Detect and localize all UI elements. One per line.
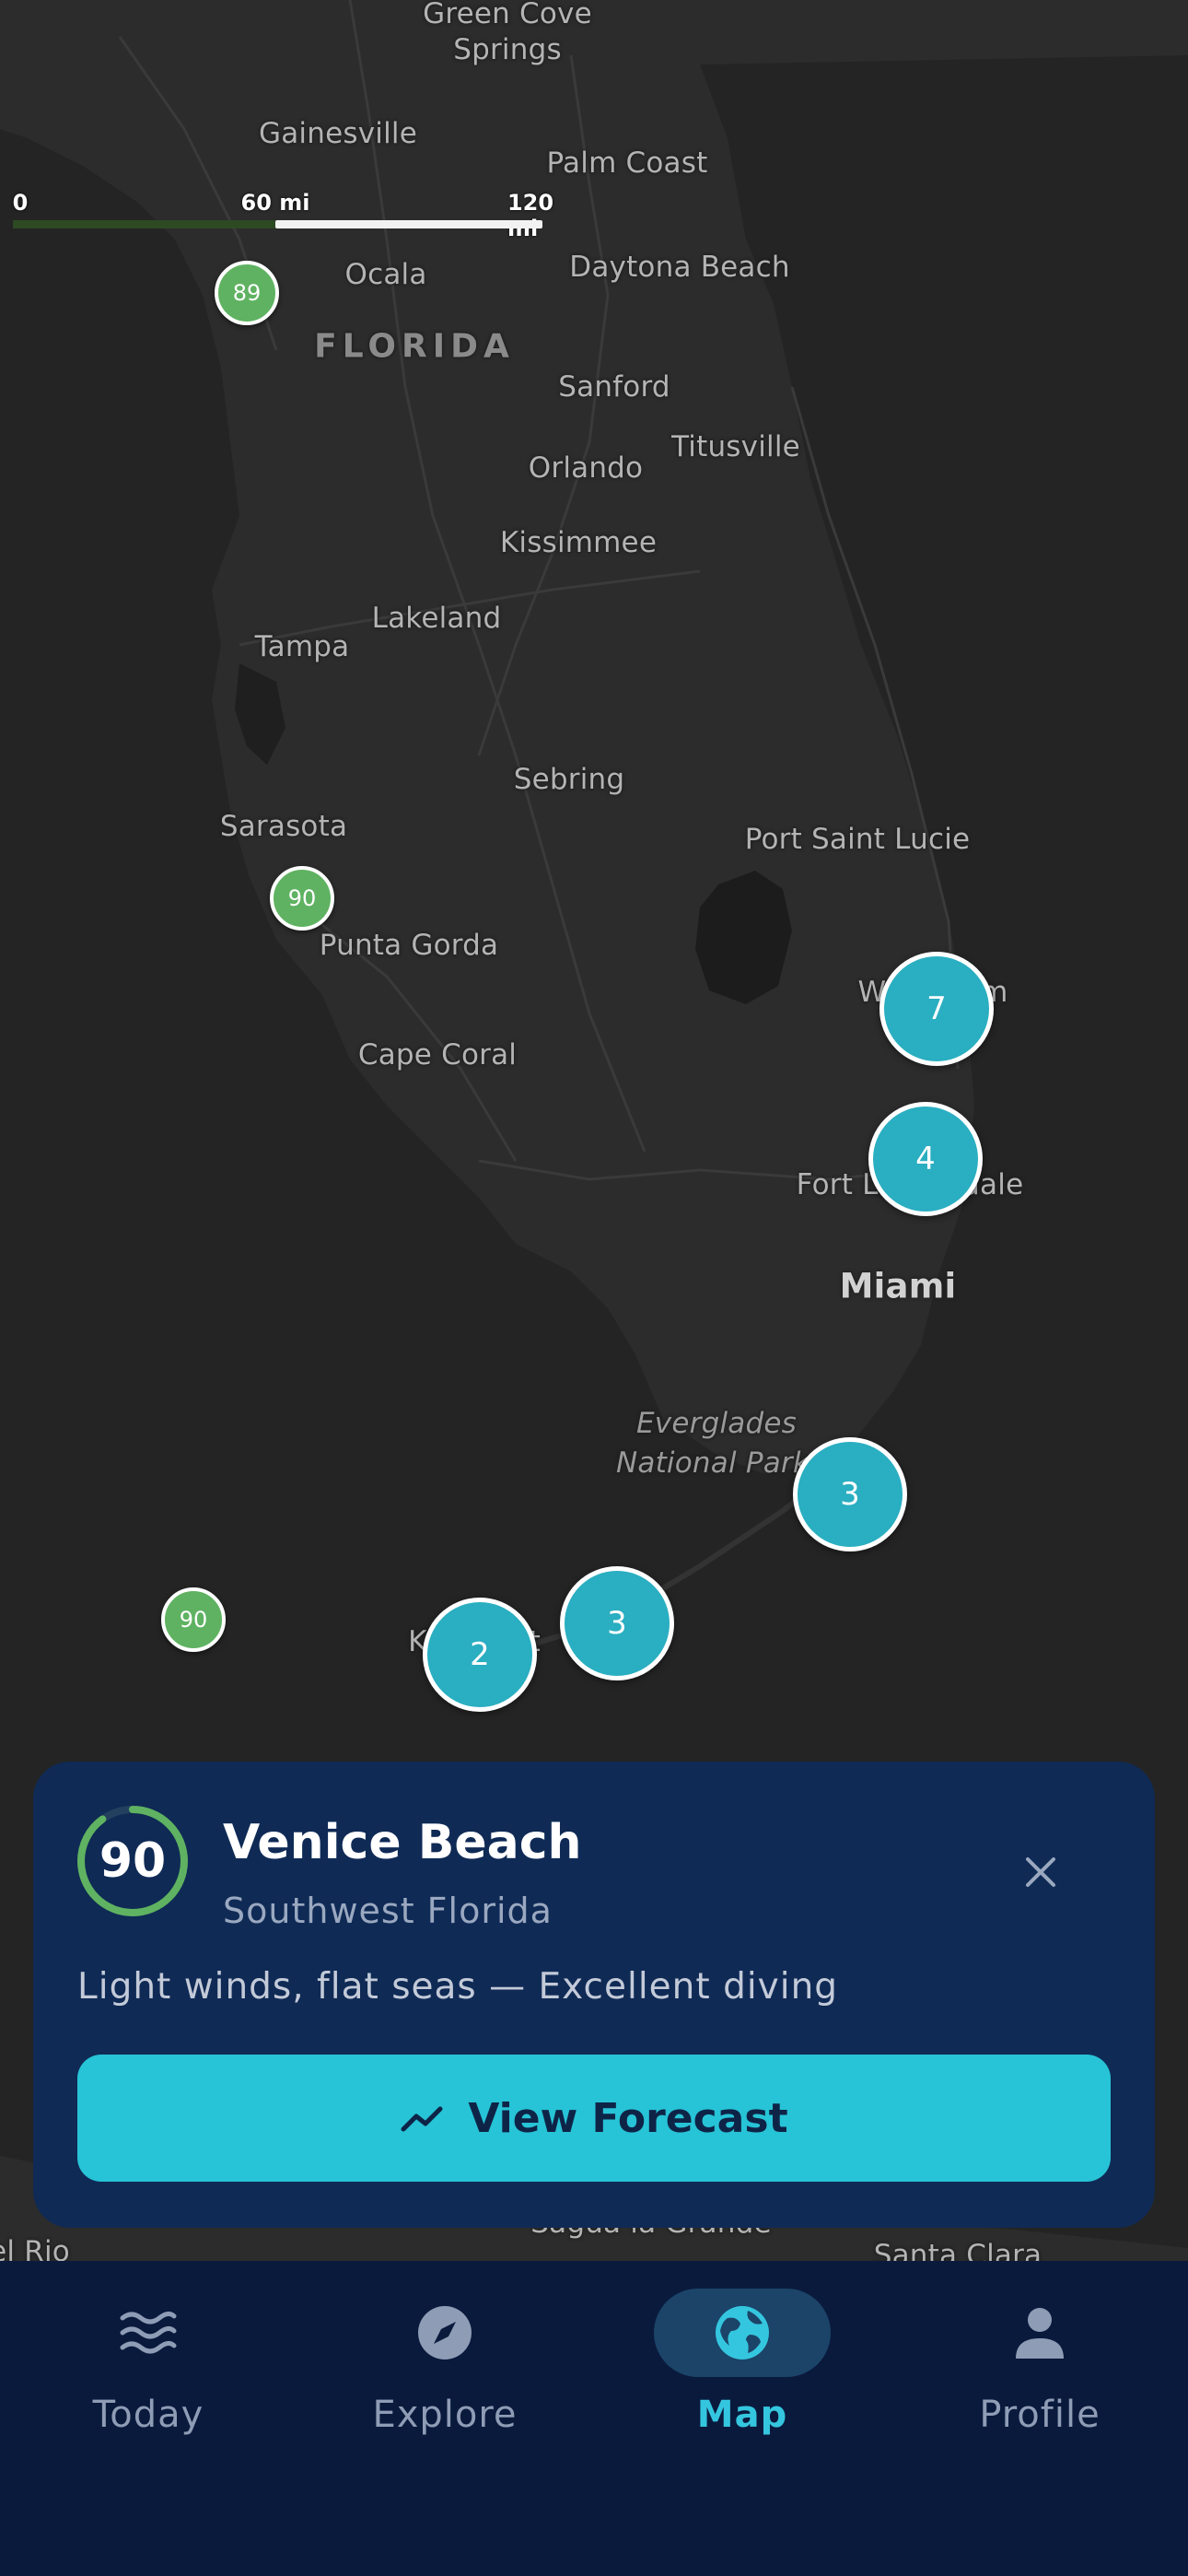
tab-icon-wrap: [356, 2289, 533, 2377]
trend-line-icon: [401, 2106, 443, 2132]
place-label: Green Cove: [423, 0, 592, 30]
view-forecast-button[interactable]: View Forecast: [77, 2055, 1111, 2182]
waves-icon: [120, 2311, 177, 2354]
place-label: Palm Coast: [546, 146, 708, 180]
close-button[interactable]: [1015, 1846, 1066, 1898]
place-label: Sebring: [513, 763, 625, 796]
map-scale: 0 60 mi 120 mi: [12, 190, 553, 241]
place-label: Gainesville: [259, 117, 417, 150]
score-pin[interactable]: 90: [161, 1587, 226, 1652]
compass-icon: [418, 2306, 472, 2359]
score-pin[interactable]: 89: [215, 261, 279, 325]
view-forecast-label: View Forecast: [468, 2094, 788, 2142]
place-label: Ocala: [344, 258, 427, 291]
tab-explore[interactable]: Explore: [344, 2289, 546, 2445]
person-icon: [1016, 2308, 1064, 2359]
place-label: Tampa: [254, 630, 350, 663]
place-label: Lakeland: [371, 602, 502, 635]
cluster-marker[interactable]: 3: [793, 1437, 907, 1551]
bottom-tab-bar: Today Explore Map Profile: [0, 2261, 1188, 2576]
tab-label: Explore: [372, 2394, 518, 2436]
place-label: Daytona Beach: [569, 251, 790, 284]
tab-icon-wrap: [654, 2289, 831, 2377]
place-label: Punta Gorda: [319, 929, 499, 962]
tab-map[interactable]: Map: [641, 2289, 844, 2445]
place-label: Everglades: [636, 1407, 797, 1440]
tab-icon-wrap: [951, 2289, 1128, 2377]
place-label: Cape Coral: [357, 1038, 518, 1071]
place-label: Sarasota: [219, 810, 348, 843]
spot-region: Southwest Florida: [223, 1891, 553, 1931]
place-label: Orlando: [528, 451, 644, 485]
close-icon: [1026, 1857, 1055, 1887]
scale-label-60: 60 mi: [240, 190, 310, 216]
cluster-marker[interactable]: 2: [423, 1598, 537, 1712]
place-label: Port Saint Lucie: [744, 823, 971, 856]
spot-detail-card: 90 Venice Beach Southwest Florida Light …: [33, 1762, 1155, 2228]
scale-label-120: 120 mi: [507, 190, 554, 241]
scale-bar-segment: [275, 220, 542, 228]
tab-icon-wrap: [60, 2289, 237, 2377]
tab-profile[interactable]: Profile: [938, 2289, 1141, 2445]
place-label: Sanford: [558, 370, 670, 404]
spot-title: Venice Beach: [223, 1815, 582, 1870]
score-value: 90: [99, 1833, 167, 1889]
scale-bar-segment: [13, 220, 275, 228]
tab-today[interactable]: Today: [47, 2289, 250, 2445]
tab-label: Profile: [979, 2394, 1101, 2436]
place-label: Kissimmee: [499, 526, 658, 559]
cluster-marker[interactable]: 4: [868, 1102, 983, 1216]
place-label: el Rio: [0, 2235, 70, 2261]
place-label: Springs: [453, 33, 562, 66]
cluster-marker[interactable]: 3: [560, 1566, 674, 1680]
score-ring: 90: [76, 1804, 190, 1918]
cluster-marker[interactable]: 7: [879, 952, 994, 1066]
score-pin[interactable]: 90: [270, 866, 334, 931]
tab-label: Map: [696, 2394, 788, 2436]
place-label: FLORIDA: [314, 327, 515, 366]
place-label: Miami: [839, 1266, 957, 1306]
globe-icon: [716, 2306, 769, 2359]
place-label: Titusville: [671, 430, 800, 463]
place-label: National Park: [615, 1446, 810, 1480]
conditions-summary: Light winds, flat seas — Excellent divin…: [77, 1966, 839, 2008]
place-label: Santa Clara: [873, 2239, 1042, 2261]
tab-label: Today: [92, 2394, 204, 2436]
scale-label-0: 0: [12, 190, 29, 216]
